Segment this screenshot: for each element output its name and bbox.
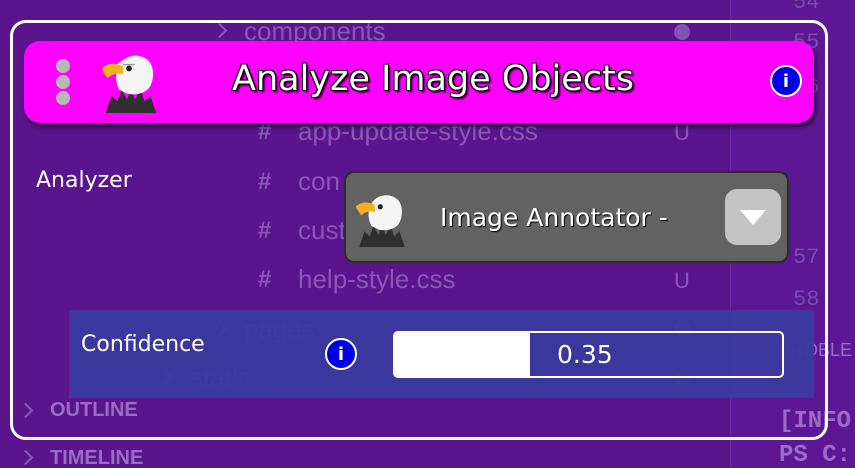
panel-header: Analyze Image Objects i [24, 41, 814, 123]
chevron-right-icon [17, 449, 34, 466]
kebab-menu-icon[interactable] [56, 59, 70, 105]
panel-title: Analyze Image Objects [232, 59, 635, 99]
info-icon[interactable]: i [325, 338, 357, 370]
analyzer-select[interactable]: Image Annotator - [344, 171, 789, 263]
chevron-down-icon[interactable] [725, 189, 781, 245]
analyzer-selected-value: Image Annotator - [440, 203, 668, 232]
confidence-value: 0.35 [557, 340, 613, 369]
eagle-icon [355, 195, 405, 247]
eagle-icon [101, 55, 157, 113]
timeline-section[interactable]: TIMELINE [50, 447, 143, 468]
confidence-slider-fill [395, 333, 531, 376]
terminal-line: PS C: [779, 442, 852, 468]
line-number: 54 [793, 0, 820, 15]
confidence-slider[interactable]: 0.35 [393, 331, 784, 378]
info-icon[interactable]: i [770, 65, 802, 97]
confidence-label: Confidence [81, 332, 205, 357]
analyzer-label: Analyzer [36, 168, 132, 193]
